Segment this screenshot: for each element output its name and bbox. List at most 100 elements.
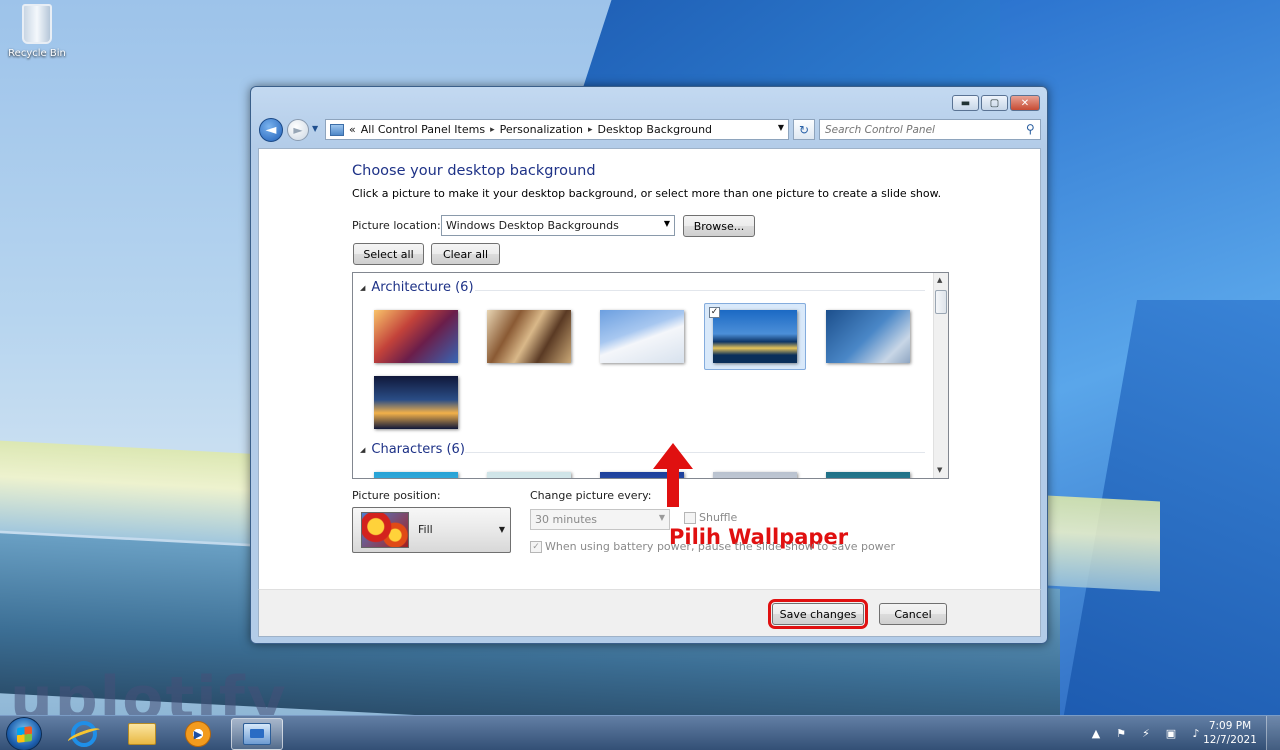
save-changes-button[interactable]: Save changes [768, 599, 868, 629]
picture-position-dropdown[interactable]: Fill ▼ [352, 507, 511, 553]
group-divider [475, 290, 925, 291]
picture-position-label: Picture position: [352, 489, 441, 502]
chevron-down-icon[interactable]: ▼ [778, 123, 784, 132]
group-name: Characters (6) [371, 442, 465, 457]
collapse-triangle-icon[interactable]: ◢ [360, 446, 365, 454]
chevron-down-icon: ▼ [663, 219, 670, 228]
forward-button[interactable]: ► [287, 119, 309, 141]
taskbar-media-player[interactable]: ▶ [172, 718, 224, 750]
chevron-down-icon: ▼ [498, 525, 505, 534]
picture-position-preview-icon [361, 512, 409, 548]
show-desktop-button[interactable] [1266, 716, 1280, 750]
breadcrumb-item[interactable]: All Control Panel Items [361, 123, 485, 136]
show-hidden-icons-button[interactable]: ▲ [1088, 727, 1104, 741]
shuffle-label: Shuffle [699, 511, 738, 524]
cancel-button[interactable]: Cancel [879, 603, 947, 625]
thumbnail-checkbox[interactable]: ✓ [709, 307, 720, 318]
recycle-bin-label: Recycle Bin [8, 48, 66, 59]
clear-all-button[interactable]: Clear all [431, 243, 500, 265]
wallpaper-thumbnail[interactable] [365, 465, 467, 478]
wallpaper-thumbnail[interactable] [704, 465, 806, 478]
breadcrumb-overflow[interactable]: « [349, 123, 356, 136]
thumbnail-image [600, 310, 684, 363]
group-header-architecture[interactable]: ◢ Architecture (6) [360, 280, 474, 295]
change-picture-label: Change picture every: [530, 489, 652, 502]
media-player-icon: ▶ [185, 721, 211, 747]
annotation-arrow-icon [653, 443, 693, 507]
wallpaper-thumbnail[interactable] [591, 303, 693, 370]
wallpaper-thumbnail[interactable] [365, 369, 467, 436]
group-header-characters[interactable]: ◢ Characters (6) [360, 442, 465, 457]
maximize-button[interactable]: ▢ [981, 95, 1008, 111]
wallpaper-thumbnail[interactable] [365, 303, 467, 370]
power-icon[interactable]: ⚡ [1138, 727, 1154, 741]
scrollbar-thumb[interactable] [935, 290, 947, 314]
thumbnail-image [374, 310, 458, 363]
minimize-button[interactable]: ▬ [952, 95, 979, 111]
start-button[interactable] [6, 717, 42, 750]
group-divider [465, 452, 925, 453]
wallpaper-thumbnail[interactable] [478, 465, 580, 478]
network-icon[interactable]: ▣ [1163, 727, 1179, 741]
content-pane: Choose your desktop background Click a p… [258, 148, 1041, 589]
scroll-up-icon[interactable]: ▲ [937, 276, 942, 284]
thumbnail-image [487, 472, 571, 478]
breadcrumb-item[interactable]: Personalization [500, 123, 583, 136]
breadcrumb-item[interactable]: Desktop Background [598, 123, 713, 136]
change-picture-value: 30 minutes [535, 513, 598, 526]
system-tray: ▲ ⚑ ⚡ ▣ ♪ [1088, 716, 1204, 750]
taskbar-windows-explorer[interactable] [116, 718, 168, 750]
thumbnail-image [374, 472, 458, 478]
browse-button[interactable]: Browse... [683, 215, 755, 237]
picture-location-value: Windows Desktop Backgrounds [446, 219, 619, 232]
taskbar: ▶ ▲ ⚑ ⚡ ▣ ♪ 7:09 PM 12/7/2021 [0, 715, 1280, 750]
folder-icon [128, 723, 156, 745]
action-center-flag-icon[interactable]: ⚑ [1113, 727, 1129, 741]
scroll-down-icon[interactable]: ▼ [937, 466, 942, 474]
control-panel-icon [243, 723, 271, 745]
wallpaper-thumbnail[interactable] [817, 303, 919, 370]
recent-pages-dropdown-icon[interactable]: ▼ [312, 124, 318, 133]
desktop: Recycle Bin uplotify ▬ ▢ ✕ ◄ ► ▼ « All C… [0, 0, 1280, 715]
picture-location-label: Picture location: [352, 219, 441, 232]
taskbar-control-panel[interactable] [231, 718, 283, 750]
shuffle-checkbox[interactable] [684, 512, 696, 524]
breadcrumb-separator-icon[interactable]: ▸ [490, 125, 495, 135]
thumbnail-image [713, 472, 797, 478]
thumbnail-image [826, 472, 910, 478]
close-button[interactable]: ✕ [1010, 95, 1040, 111]
thumbnail-image [487, 310, 571, 363]
control-panel-icon [330, 123, 344, 136]
recycle-bin-shortcut[interactable]: Recycle Bin [6, 4, 68, 59]
refresh-button[interactable]: ↻ [793, 119, 815, 140]
recycle-bin-icon [22, 4, 52, 44]
picture-position-value: Fill [418, 523, 433, 536]
address-bar[interactable]: « All Control Panel Items ▸ Personalizat… [325, 119, 789, 140]
desktop-background-window: ▬ ▢ ✕ ◄ ► ▼ « All Control Panel Items ▸ … [250, 86, 1048, 644]
battery-pause-label: When using battery power, pause the slid… [545, 540, 895, 553]
clock[interactable]: 7:09 PM 12/7/2021 [1200, 719, 1260, 747]
breadcrumb-separator-icon[interactable]: ▸ [588, 125, 593, 135]
window-controls: ▬ ▢ ✕ [952, 95, 1040, 111]
page-title: Choose your desktop background [352, 163, 596, 179]
battery-pause-checkbox[interactable]: ✓ [530, 541, 542, 553]
thumbnail-image [713, 310, 797, 363]
taskbar-internet-explorer[interactable] [58, 718, 110, 750]
thumbnail-image [374, 376, 458, 429]
wallpaper-thumbnail[interactable] [817, 465, 919, 478]
wallpaper-thumbnail[interactable] [478, 303, 580, 370]
back-button[interactable]: ◄ [259, 118, 283, 142]
wallpaper-thumbnail-selected[interactable]: ✓ [704, 303, 806, 370]
collapse-triangle-icon[interactable]: ◢ [360, 284, 365, 292]
select-all-button[interactable]: Select all [353, 243, 424, 265]
picture-location-dropdown[interactable]: Windows Desktop Backgrounds ▼ [441, 215, 675, 236]
search-icon[interactable]: ⚲ [1026, 122, 1035, 136]
gallery-scrollbar[interactable]: ▲ ▼ [933, 273, 948, 478]
change-picture-dropdown[interactable]: 30 minutes ▼ [530, 509, 670, 530]
search-input[interactable] [825, 123, 1015, 136]
search-box[interactable]: ⚲ [819, 119, 1041, 140]
chevron-down-icon: ▼ [658, 513, 665, 522]
watermark: uplotify [10, 664, 288, 715]
thumbnail-image [826, 310, 910, 363]
page-description: Click a picture to make it your desktop … [352, 187, 942, 200]
